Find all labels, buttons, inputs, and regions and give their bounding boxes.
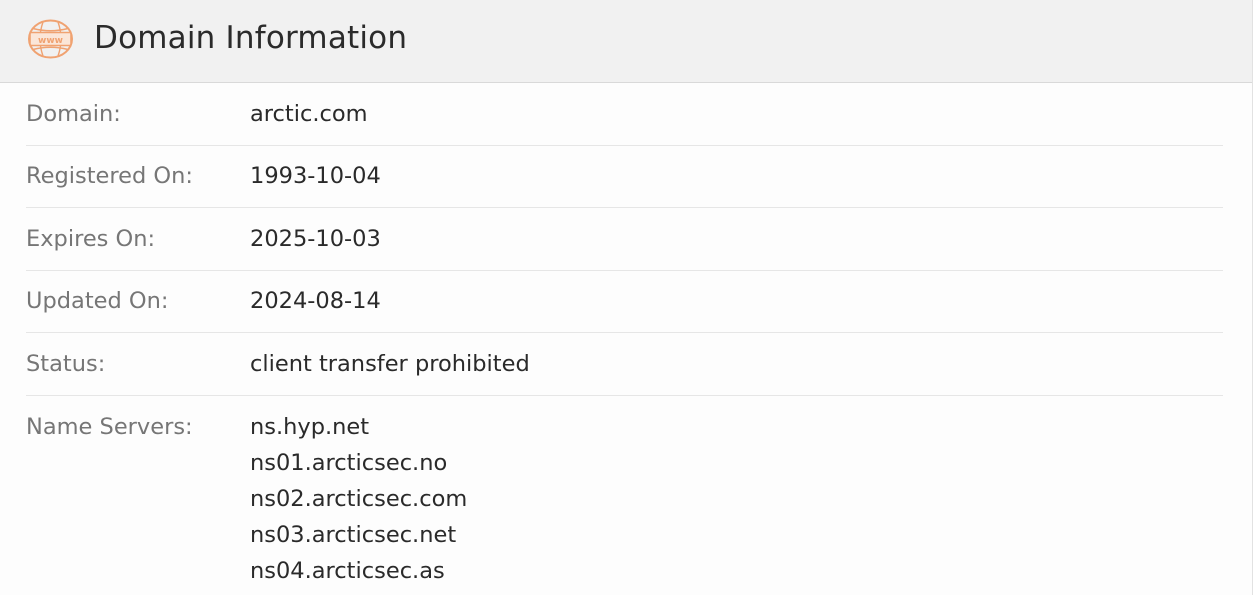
domain-label: Domain: <box>26 100 121 127</box>
domain-value: arctic.com <box>250 100 368 127</box>
updated-on-label: Updated On: <box>26 288 169 315</box>
name-server-item: ns02.arcticsec.com <box>250 485 468 512</box>
row-domain: Domain: arctic.com <box>26 83 1223 146</box>
name-server-item: ns01.arcticsec.no <box>250 449 448 476</box>
row-registered-on: Registered On: 1993-10-04 <box>26 146 1223 208</box>
name-server-item: ns.hyp.net <box>250 413 370 440</box>
www-globe-icon: www <box>28 19 73 58</box>
status-label: Status: <box>26 350 106 377</box>
panel-title: Domain Information <box>94 20 408 56</box>
row-name-servers: Name Servers: ns.hyp.net ns01.arcticsec.… <box>26 396 1223 592</box>
row-expires-on: Expires On: 2025-10-03 <box>26 208 1223 271</box>
name-servers-list: ns.hyp.net ns01.arcticsec.no ns02.arctic… <box>250 412 467 592</box>
name-servers-label: Name Servers: <box>26 413 193 440</box>
expires-on-value: 2025-10-03 <box>250 225 381 252</box>
registered-on-label: Registered On: <box>26 163 193 190</box>
status-value: client transfer prohibited <box>250 350 530 377</box>
name-server-item: ns04.arcticsec.as <box>250 557 445 584</box>
expires-on-label: Expires On: <box>26 225 156 252</box>
row-status: Status: client transfer prohibited <box>26 333 1223 396</box>
updated-on-value: 2024-08-14 <box>250 288 381 315</box>
row-updated-on: Updated On: 2024-08-14 <box>26 271 1223 333</box>
www-icon-text: www <box>38 36 63 46</box>
panel-header: www Domain Information <box>0 0 1252 83</box>
name-server-item: ns03.arcticsec.net <box>250 521 457 548</box>
domain-information-panel: www Domain Information Domain: arctic.co… <box>0 0 1253 595</box>
domain-info-table: Domain: arctic.com Registered On: 1993-1… <box>26 83 1223 592</box>
registered-on-value: 1993-10-04 <box>250 163 381 190</box>
